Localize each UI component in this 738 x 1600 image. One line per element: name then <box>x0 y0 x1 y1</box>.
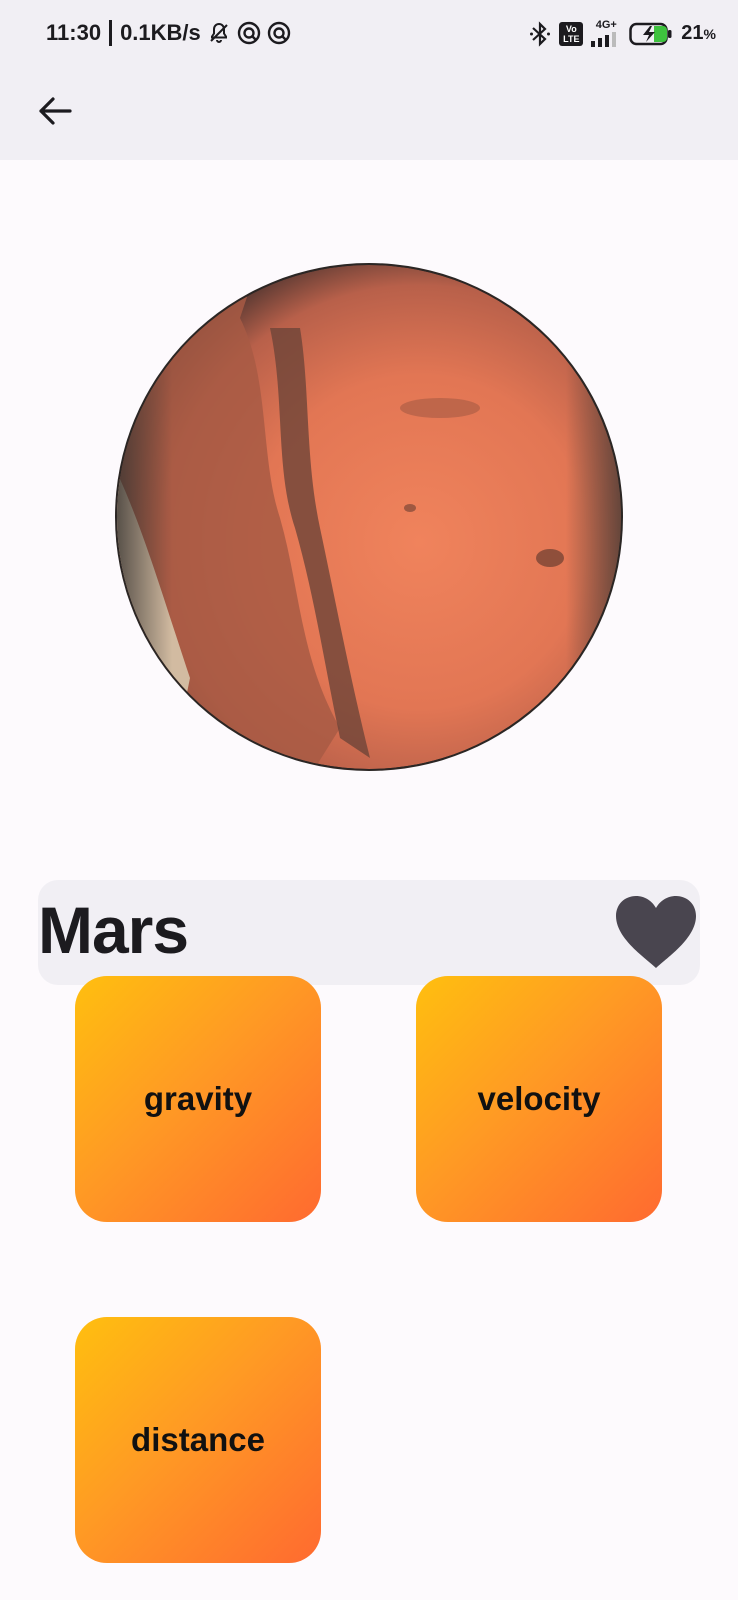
signal-bars-icon <box>591 32 617 47</box>
distance-label: distance <box>131 1421 265 1458</box>
gravity-tile[interactable]: gravity <box>75 976 321 1222</box>
velocity-tile[interactable]: velocity <box>416 976 662 1222</box>
app-bar <box>0 70 738 160</box>
back-button[interactable] <box>30 86 80 136</box>
app-icon <box>237 21 260 45</box>
status-time: 11:30 <box>46 20 102 45</box>
status-separator <box>109 20 113 46</box>
distance-tile[interactable]: distance <box>75 1317 321 1563</box>
battery-level: 21% <box>681 22 716 44</box>
favorite-button[interactable] <box>614 894 698 972</box>
status-bar: 11:30 0.1KB/s Vo LTE 4G+ 21% <box>0 0 738 70</box>
volte-icon: Vo LTE <box>559 21 584 46</box>
gravity-label: gravity <box>143 1080 253 1117</box>
planet-name-card: Mars <box>38 880 700 985</box>
arrow-left-icon <box>39 97 72 125</box>
planet-image <box>110 258 628 776</box>
status-left: 11:30 0.1KB/s <box>46 20 291 46</box>
bluetooth-icon <box>530 20 551 47</box>
network-speed: 0.1KB/s <box>120 20 201 45</box>
mars-planet-image <box>115 263 623 771</box>
app-icon <box>267 21 290 45</box>
status-right: Vo LTE 4G+ 21% <box>529 20 716 47</box>
battery-charging-icon <box>629 22 672 45</box>
signal-icon: 4G+ <box>591 20 621 47</box>
planet-name: Mars <box>38 893 189 967</box>
heart-icon <box>616 896 696 968</box>
network-type: 4G+ <box>595 19 617 31</box>
mute-notifications-icon <box>210 22 228 43</box>
velocity-label: velocity <box>477 1080 601 1117</box>
